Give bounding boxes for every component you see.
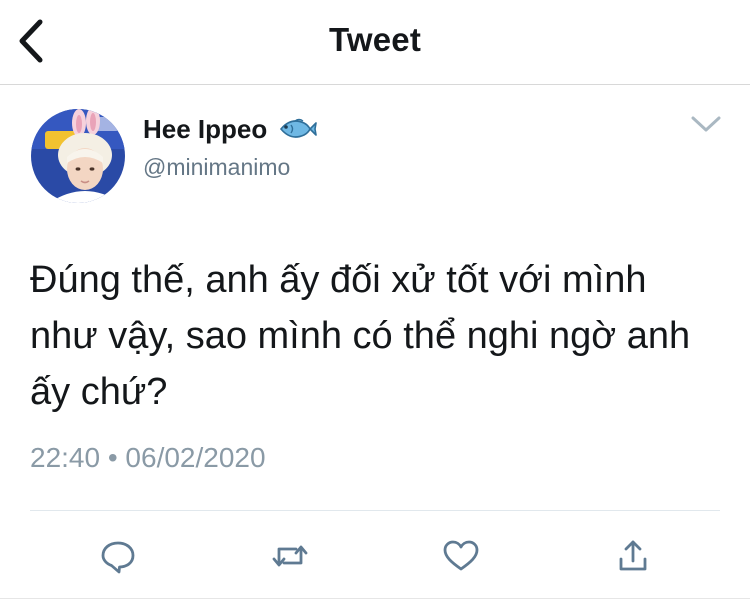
author-name-row[interactable]: Hee Ippeo [143,112,318,146]
share-button[interactable] [613,536,653,576]
page-title: Tweet [328,21,422,58]
more-options-button[interactable] [688,110,724,138]
author-display-name[interactable]: Hee Ippeo [143,114,267,145]
share-icon [619,540,647,571]
retweet-button[interactable] [270,536,310,576]
reply-button[interactable] [98,536,138,576]
author-handle[interactable]: @minimanimo [143,154,290,181]
like-button[interactable] [441,536,481,576]
bottom-divider [0,598,750,599]
retweet-icon [272,545,308,567]
like-icon [443,540,479,571]
profile-photo [31,109,125,203]
reply-icon [101,541,135,574]
chevron-down-icon [691,116,721,132]
fish-icon [280,118,318,138]
tweet-timestamp[interactable]: 22:40 • 06/02/2020 [30,442,266,474]
tweet-text: Đúng thế, anh ấy đối xử tốt với mình như… [30,259,691,413]
avatar[interactable] [31,109,125,203]
divider [30,510,720,511]
tweet-header: Tweet [0,0,750,85]
